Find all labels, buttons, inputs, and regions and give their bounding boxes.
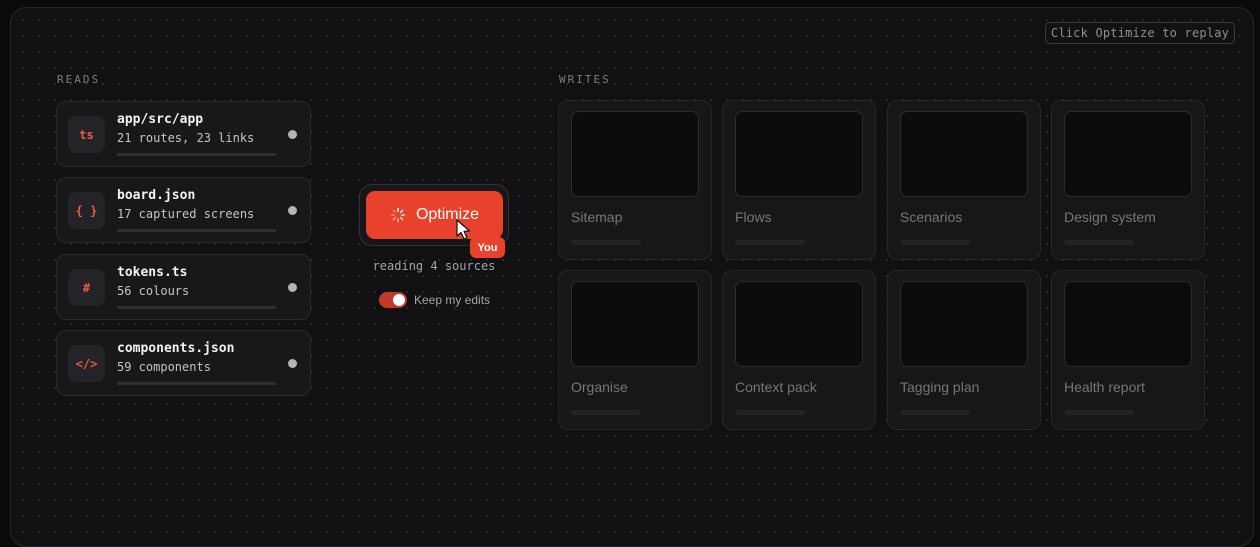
write-output-title: Tagging plan (900, 379, 980, 395)
read-source-title: components.json (117, 341, 235, 356)
spinner-icon (390, 207, 406, 223)
code-tag-icon: </> (68, 345, 105, 382)
read-source-title: tokens.ts (117, 265, 188, 280)
output-thumbnail (735, 111, 863, 197)
output-thumbnail (1064, 111, 1192, 197)
status-dot (288, 130, 297, 139)
write-output-card[interactable]: Scenarios (887, 100, 1041, 260)
write-output-title: Scenarios (900, 209, 963, 225)
output-thumbnail (900, 281, 1028, 367)
output-thumbnail (900, 111, 1028, 197)
output-thumbnail (571, 281, 699, 367)
read-source-title: board.json (117, 188, 196, 203)
read-source-title: app/src/app (117, 112, 204, 127)
pointer-cursor-icon (456, 219, 471, 240)
output-progress-bar (1064, 240, 1134, 245)
status-dot (288, 359, 297, 368)
write-output-card[interactable]: Organise (558, 270, 712, 430)
writes-section-label: WRITES (559, 73, 611, 86)
write-output-title: Health report (1064, 379, 1145, 395)
output-progress-bar (571, 240, 641, 245)
write-output-title: Flows (735, 209, 772, 225)
write-output-title: Context pack (735, 379, 817, 395)
output-progress-bar (1064, 410, 1134, 415)
typescript-file-icon: ts (68, 116, 105, 153)
status-dot (288, 206, 297, 215)
read-source-subtitle: 56 colours (117, 284, 190, 298)
replay-hint[interactable]: Click Optimize to replay (1045, 22, 1235, 44)
write-output-card[interactable]: Tagging plan (887, 270, 1041, 430)
read-progress-bar (117, 153, 276, 156)
status-dot (288, 283, 297, 292)
read-source-card[interactable]: # tokens.ts 56 colours (56, 254, 311, 320)
read-source-card[interactable]: ts app/src/app 21 routes, 23 links (56, 101, 311, 167)
reading-status: reading 4 sources (372, 259, 496, 273)
read-source-subtitle: 17 captured screens (117, 207, 255, 221)
write-output-title: Sitemap (571, 209, 623, 225)
cursor-user-badge: You (470, 237, 505, 258)
output-thumbnail (735, 281, 863, 367)
output-progress-bar (735, 410, 805, 415)
read-source-subtitle: 59 components (117, 360, 211, 374)
write-output-title: Design system (1064, 209, 1156, 225)
write-output-card[interactable]: Context pack (722, 270, 876, 430)
read-source-card[interactable]: </> components.json 59 components (56, 330, 311, 396)
write-output-card[interactable]: Design system (1051, 100, 1205, 260)
output-thumbnail (1064, 281, 1192, 367)
json-braces-icon: { } (68, 192, 105, 229)
output-progress-bar (735, 240, 805, 245)
output-thumbnail (571, 111, 699, 197)
pipeline-panel: Click Optimize to replay READS WRITES ts… (10, 7, 1254, 547)
read-source-card[interactable]: { } board.json 17 captured screens (56, 177, 311, 243)
write-output-card[interactable]: Health report (1051, 270, 1205, 430)
output-progress-bar (900, 410, 970, 415)
write-output-card[interactable]: Flows (722, 100, 876, 260)
read-progress-bar (117, 229, 276, 232)
hash-icon: # (68, 269, 105, 306)
keep-edits-label: Keep my edits (414, 293, 491, 307)
read-progress-bar (117, 382, 276, 385)
read-progress-bar (117, 306, 276, 309)
reads-section-label: READS (57, 73, 101, 86)
keep-edits-toggle[interactable] (379, 292, 407, 308)
output-progress-bar (900, 240, 970, 245)
optimize-button[interactable]: Optimize (366, 191, 503, 239)
read-source-subtitle: 21 routes, 23 links (117, 131, 255, 145)
toggle-knob (393, 294, 405, 306)
output-progress-bar (571, 410, 641, 415)
write-output-title: Organise (571, 379, 628, 395)
write-output-card[interactable]: Sitemap (558, 100, 712, 260)
